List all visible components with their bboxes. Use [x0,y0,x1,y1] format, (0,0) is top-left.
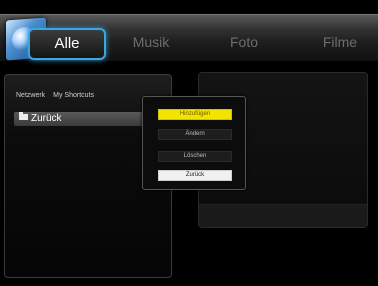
tab-musik[interactable]: Musik [124,28,178,56]
tab-filme[interactable]: Filme [316,28,364,56]
menu-item-hinzufuegen[interactable]: Hinzufügen [158,109,232,120]
folder-icon [19,112,28,121]
tab-alle[interactable]: Alle [28,28,106,60]
menu-item-zurueck[interactable]: Zurück [158,170,232,181]
menu-item-loeschen[interactable]: Löschen [158,151,232,162]
folder-item-zurueck[interactable]: Zurück [14,112,150,126]
breadcrumb-shortcuts[interactable]: My Shortcuts [53,92,94,99]
folder-item-label: Zurück [31,113,62,124]
context-menu: Hinzufügen Ändern Löschen Zurück [142,96,246,190]
preview-info-bar [199,204,367,227]
breadcrumb: Netzwerk My Shortcuts [16,92,100,99]
breadcrumb-netzwerk[interactable]: Netzwerk [16,92,45,99]
tab-foto[interactable]: Foto [222,28,266,56]
menu-item-aendern[interactable]: Ändern [158,129,232,140]
